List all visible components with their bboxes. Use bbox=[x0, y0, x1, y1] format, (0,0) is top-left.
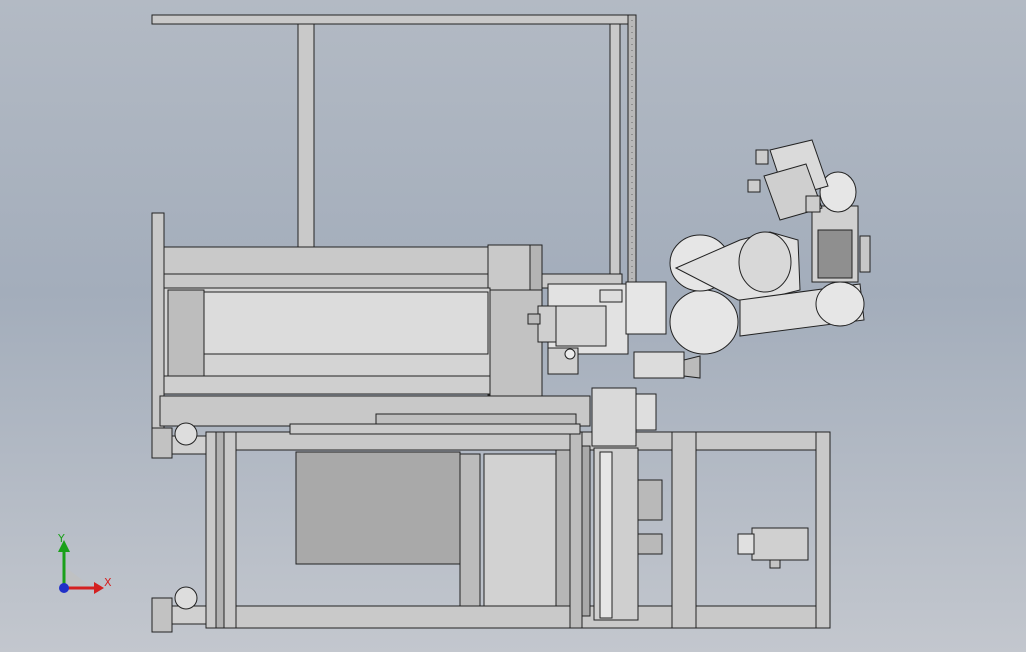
spindle-block bbox=[527, 283, 629, 375]
assembly-drawing[interactable]: Y X bbox=[0, 0, 1026, 652]
robot-arm bbox=[625, 171, 871, 379]
tray-conveyor bbox=[295, 449, 571, 607]
coordinate-triad-icon: Y X bbox=[57, 532, 112, 594]
side-motor bbox=[737, 527, 809, 569]
lift-cylinder bbox=[591, 387, 663, 621]
triad-x-label: X bbox=[104, 576, 112, 589]
hopper-assembly bbox=[159, 287, 591, 427]
triad-y-label: Y bbox=[57, 532, 65, 545]
caster-wheels bbox=[151, 422, 207, 633]
cad-viewport[interactable]: Y X bbox=[0, 0, 1026, 652]
gripper bbox=[747, 139, 829, 221]
